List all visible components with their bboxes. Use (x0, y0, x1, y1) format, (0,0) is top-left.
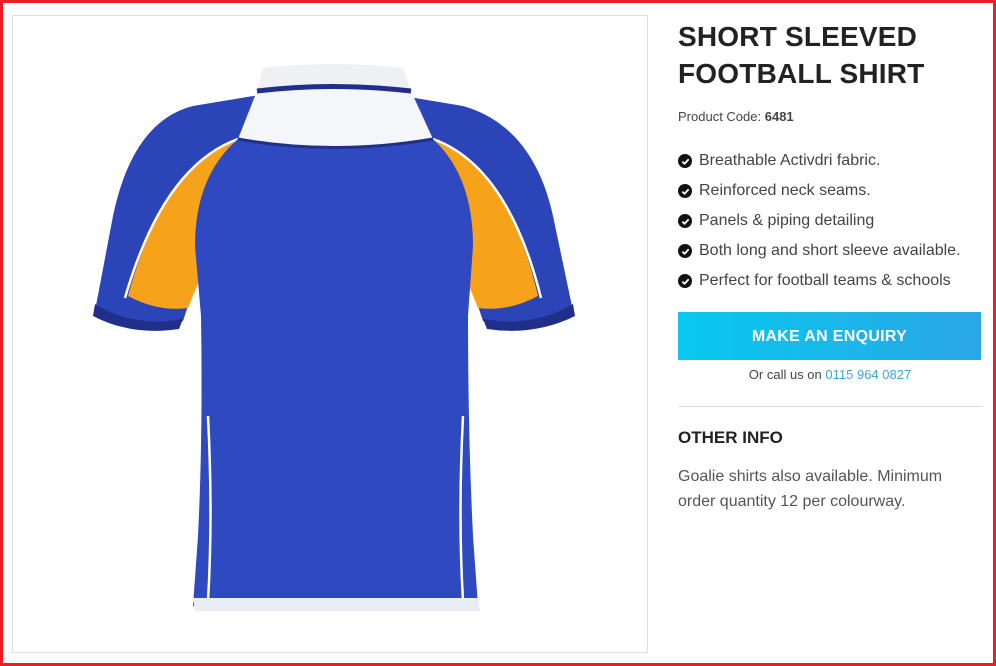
shirt-body (193, 91, 478, 606)
page-frame: SHORT SLEEVED FOOTBALL SHIRT Product Cod… (0, 0, 996, 666)
section-divider (678, 406, 982, 407)
feature-item: Reinforced neck seams. (678, 176, 982, 206)
product-code-value: 6481 (764, 109, 794, 124)
product-title-line-1: SHORT SLEEVED (678, 21, 918, 52)
product-code-label: Product Code: (678, 109, 762, 124)
phone-link[interactable]: 0115 964 0827 (825, 367, 911, 382)
check-circle-icon (678, 214, 692, 228)
feature-list: Breathable Activdri fabric. Reinforced n… (678, 146, 982, 296)
product-title-line-2: FOOTBALL SHIRT (678, 58, 925, 89)
check-circle-icon (678, 244, 692, 258)
product-image (93, 64, 575, 611)
other-info-heading: OTHER INFO (678, 428, 783, 447)
feature-item: Perfect for football teams & schools (678, 266, 982, 296)
make-enquiry-button[interactable]: MAKE AN ENQUIRY (678, 312, 981, 360)
feature-text: Both long and short sleeve available. (699, 242, 961, 259)
check-circle-icon (678, 274, 692, 288)
check-circle-icon (678, 154, 692, 168)
feature-item: Panels & piping detailing (678, 206, 982, 236)
feature-text: Reinforced neck seams. (699, 182, 871, 199)
product-image-panel (12, 15, 648, 653)
feature-text: Breathable Activdri fabric. (699, 152, 881, 169)
product-title: SHORT SLEEVED FOOTBALL SHIRT (678, 18, 982, 92)
feature-text: Panels & piping detailing (699, 212, 875, 229)
feature-item: Both long and short sleeve available. (678, 236, 982, 266)
call-us-line: Or call us on 0115 964 0827 (678, 367, 982, 382)
call-us-prefix: Or call us on (748, 367, 822, 382)
feature-item: Breathable Activdri fabric. (678, 146, 982, 176)
product-code: Product Code: 6481 (678, 109, 982, 124)
check-circle-icon (678, 184, 692, 198)
product-info: SHORT SLEEVED FOOTBALL SHIRT Product Cod… (678, 15, 982, 514)
other-info-text: Goalie shirts also available. Minimum or… (678, 468, 943, 510)
feature-text: Perfect for football teams & schools (699, 272, 951, 289)
